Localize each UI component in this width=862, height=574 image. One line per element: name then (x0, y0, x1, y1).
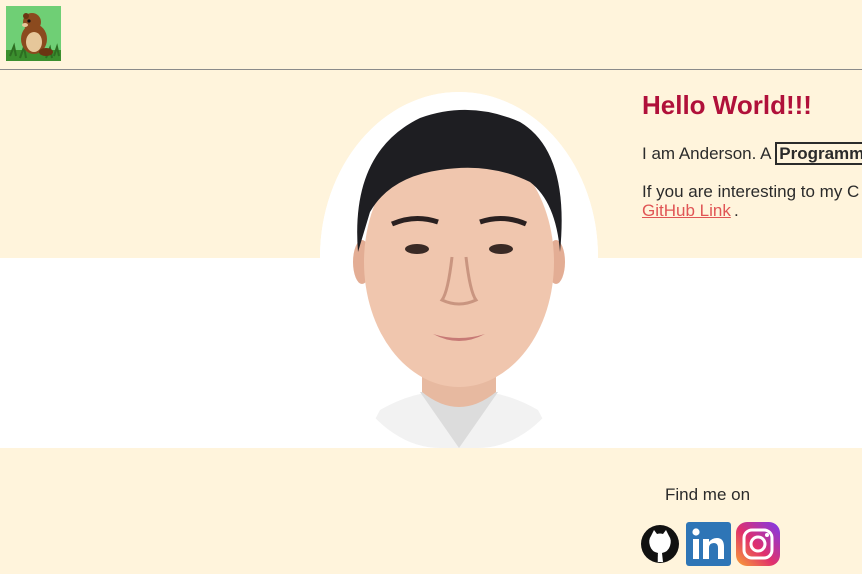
typing-role-text: Programm (775, 142, 862, 165)
linkedin-icon[interactable] (686, 522, 731, 571)
interest-line: If you are interesting to my C (642, 182, 860, 201)
github-link[interactable]: GitHub Link (642, 201, 731, 221)
github-icon[interactable] (640, 522, 680, 571)
profile-photo (320, 92, 598, 448)
hello-heading: Hello World!!! (642, 90, 812, 120)
beaver-logo-icon[interactable] (6, 6, 61, 61)
instagram-icon[interactable] (736, 522, 780, 571)
intro-prefix: I am Anderson. A (642, 144, 776, 163)
link-suffix: . (734, 201, 739, 220)
site-header (0, 0, 862, 70)
intro-section: Hello World!!! I am Anderson. A Programm… (642, 90, 862, 220)
find-me-label: Find me on (665, 485, 751, 504)
intro-line: I am Anderson. A Programm (642, 142, 862, 165)
